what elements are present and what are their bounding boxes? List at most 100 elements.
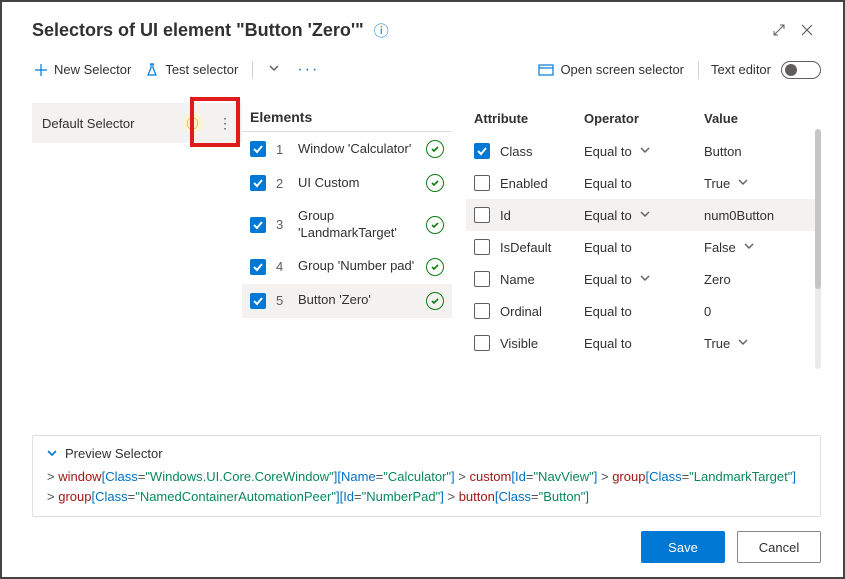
element-row[interactable]: 2 UI Custom	[242, 166, 452, 200]
warning-icon[interactable]: ⓘ	[183, 113, 203, 133]
attribute-row[interactable]: NameEqual toZero	[466, 263, 821, 295]
col-value: Value	[704, 111, 821, 126]
attr-operator[interactable]: Equal to	[584, 304, 704, 319]
checkbox-icon[interactable]	[474, 271, 490, 287]
element-label: Window 'Calculator'	[298, 141, 416, 158]
attr-name: Id	[500, 208, 584, 223]
element-index: 4	[276, 259, 288, 274]
test-selector-label: Test selector	[165, 62, 238, 77]
attribute-row[interactable]: IsDefaultEqual toFalse	[466, 231, 821, 263]
checkbox-checked-icon[interactable]	[250, 293, 266, 309]
open-screen-selector-button[interactable]: Open screen selector	[536, 58, 686, 81]
token-eq: =	[354, 489, 362, 504]
chevron-down-icon[interactable]	[738, 177, 748, 190]
elements-panel: Elements 1Window 'Calculator'2UI Custom3…	[242, 91, 452, 429]
token-el: custom	[469, 469, 511, 484]
close-icon[interactable]	[793, 16, 821, 44]
chevron-down-icon[interactable]	[744, 241, 754, 254]
attribute-row[interactable]: ClassEqual toButton	[466, 135, 821, 167]
token-el: group	[612, 469, 645, 484]
attr-value[interactable]: True	[704, 336, 821, 351]
chevron-down-icon[interactable]	[640, 209, 650, 222]
token-attr: Id	[515, 469, 526, 484]
token-attr: Class	[105, 469, 138, 484]
checkbox-icon[interactable]	[474, 239, 490, 255]
more-icon[interactable]: ···	[293, 61, 323, 79]
checkbox-checked-icon[interactable]	[474, 143, 490, 159]
token-gt: >	[47, 469, 58, 484]
checkbox-icon[interactable]	[474, 335, 490, 351]
checkbox-checked-icon[interactable]	[250, 175, 266, 191]
preview-toggle[interactable]: Preview Selector	[47, 446, 806, 461]
token-gt: >	[47, 489, 58, 504]
token-gt: >	[444, 489, 459, 504]
selector-row-default[interactable]: Default Selector ⓘ ⋮	[32, 103, 242, 143]
attr-name: Enabled	[500, 176, 584, 191]
attr-value[interactable]: Zero	[704, 272, 821, 287]
attr-operator[interactable]: Equal to	[584, 240, 704, 255]
attribute-row[interactable]: EnabledEqual toTrue	[466, 167, 821, 199]
kebab-icon[interactable]: ⋮	[212, 111, 238, 136]
token-attr: Class	[649, 469, 682, 484]
checkbox-checked-icon[interactable]	[250, 217, 266, 233]
attributes-panel: Attribute Operator Value ClassEqual toBu…	[452, 91, 821, 429]
attr-value[interactable]: True	[704, 176, 821, 191]
flask-icon	[145, 63, 159, 77]
chevron-down-icon[interactable]	[738, 337, 748, 350]
attr-name: Visible	[500, 336, 584, 351]
attribute-row[interactable]: VisibleEqual toTrue	[466, 327, 821, 359]
attr-value[interactable]: Button	[704, 144, 821, 159]
element-label: UI Custom	[298, 175, 416, 192]
info-icon[interactable]: ⓘ	[374, 20, 389, 41]
chevron-down-icon[interactable]	[265, 63, 283, 76]
save-button[interactable]: Save	[641, 531, 725, 563]
attribute-row[interactable]: OrdinalEqual to0	[466, 295, 821, 327]
element-row[interactable]: 1 Window 'Calculator'	[242, 132, 452, 166]
attributes-header: Attribute Operator Value	[466, 103, 821, 135]
elements-list: 1 Window 'Calculator' 2 UI Custom 3Group 'La…	[242, 132, 452, 318]
chevron-down-icon[interactable]	[640, 145, 650, 158]
attr-value[interactable]: False	[704, 240, 821, 255]
element-index: 1	[276, 142, 288, 157]
element-row[interactable]: 3Group 'LandmarkTarget'	[242, 200, 452, 250]
test-selector-button[interactable]: Test selector	[143, 58, 240, 81]
preview-title: Preview Selector	[65, 446, 163, 461]
attr-operator[interactable]: Equal to	[584, 272, 704, 287]
new-selector-button[interactable]: New Selector	[32, 58, 133, 81]
cancel-button[interactable]: Cancel	[737, 531, 821, 563]
attr-value[interactable]: 0	[704, 304, 821, 319]
screen-icon	[538, 63, 554, 77]
scrollbar-thumb[interactable]	[815, 129, 821, 289]
token-eq: =	[531, 489, 539, 504]
attr-operator[interactable]: Equal to	[584, 336, 704, 351]
attribute-row[interactable]: IdEqual tonum0Button	[466, 199, 821, 231]
footer: Save Cancel	[2, 527, 843, 577]
success-icon	[426, 292, 444, 310]
attr-operator[interactable]: Equal to	[584, 176, 704, 191]
checkbox-icon[interactable]	[474, 175, 490, 191]
text-editor-toggle[interactable]	[781, 61, 821, 79]
attr-operator[interactable]: Equal to	[584, 144, 704, 159]
toolbar: New Selector Test selector ··· Open scre…	[2, 52, 843, 91]
checkbox-icon[interactable]	[474, 303, 490, 319]
restore-icon[interactable]	[765, 16, 793, 44]
token-val: "Calculator"	[383, 469, 451, 484]
selector-name: Default Selector	[42, 116, 135, 131]
selector-text: > window[Class="Windows.UI.Core.CoreWind…	[47, 467, 806, 506]
text-editor-label: Text editor	[711, 62, 771, 77]
scrollbar[interactable]	[815, 129, 821, 369]
checkbox-checked-icon[interactable]	[250, 259, 266, 275]
element-index: 2	[276, 176, 288, 191]
element-row[interactable]: 5Button 'Zero'	[242, 284, 452, 318]
divider	[252, 61, 253, 79]
token-el: button	[459, 489, 495, 504]
attr-operator[interactable]: Equal to	[584, 208, 704, 223]
attr-value[interactable]: num0Button	[704, 208, 821, 223]
checkbox-icon[interactable]	[474, 207, 490, 223]
token-val: "NavView"	[533, 469, 593, 484]
token-val: "LandmarkTarget"	[689, 469, 792, 484]
element-row[interactable]: 4Group 'Number pad'	[242, 250, 452, 284]
chevron-down-icon[interactable]	[640, 273, 650, 286]
success-icon	[426, 258, 444, 276]
checkbox-checked-icon[interactable]	[250, 141, 266, 157]
